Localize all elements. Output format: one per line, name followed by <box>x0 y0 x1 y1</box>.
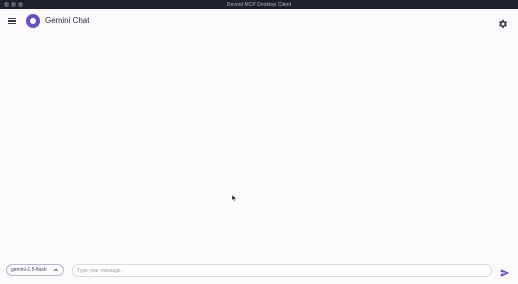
window-titlebar: Devoid MCP Desktop Client <box>0 0 518 9</box>
gemini-logo-icon <box>26 14 40 28</box>
window-title: Devoid MCP Desktop Client <box>226 1 292 8</box>
window-control-dot[interactable] <box>4 2 9 7</box>
chevron-up-icon <box>53 267 59 275</box>
model-selector-label: gemini-1.5-flash <box>11 267 47 273</box>
page-title: Gemini Chat <box>45 16 90 25</box>
chat-messages-area[interactable] <box>0 33 518 258</box>
model-selector[interactable]: gemini-1.5-flash <box>6 264 64 276</box>
window-controls[interactable] <box>4 2 23 7</box>
message-input[interactable] <box>72 264 492 277</box>
hamburger-menu-icon[interactable] <box>6 15 18 27</box>
window-control-dot[interactable] <box>11 2 16 7</box>
send-icon[interactable] <box>500 265 510 277</box>
composer-bar: gemini-1.5-flash <box>0 258 518 284</box>
window-control-dot[interactable] <box>18 2 23 7</box>
mouse-pointer-icon <box>231 189 238 207</box>
app-header: Gemini Chat <box>0 9 518 33</box>
gear-icon[interactable] <box>498 16 508 28</box>
